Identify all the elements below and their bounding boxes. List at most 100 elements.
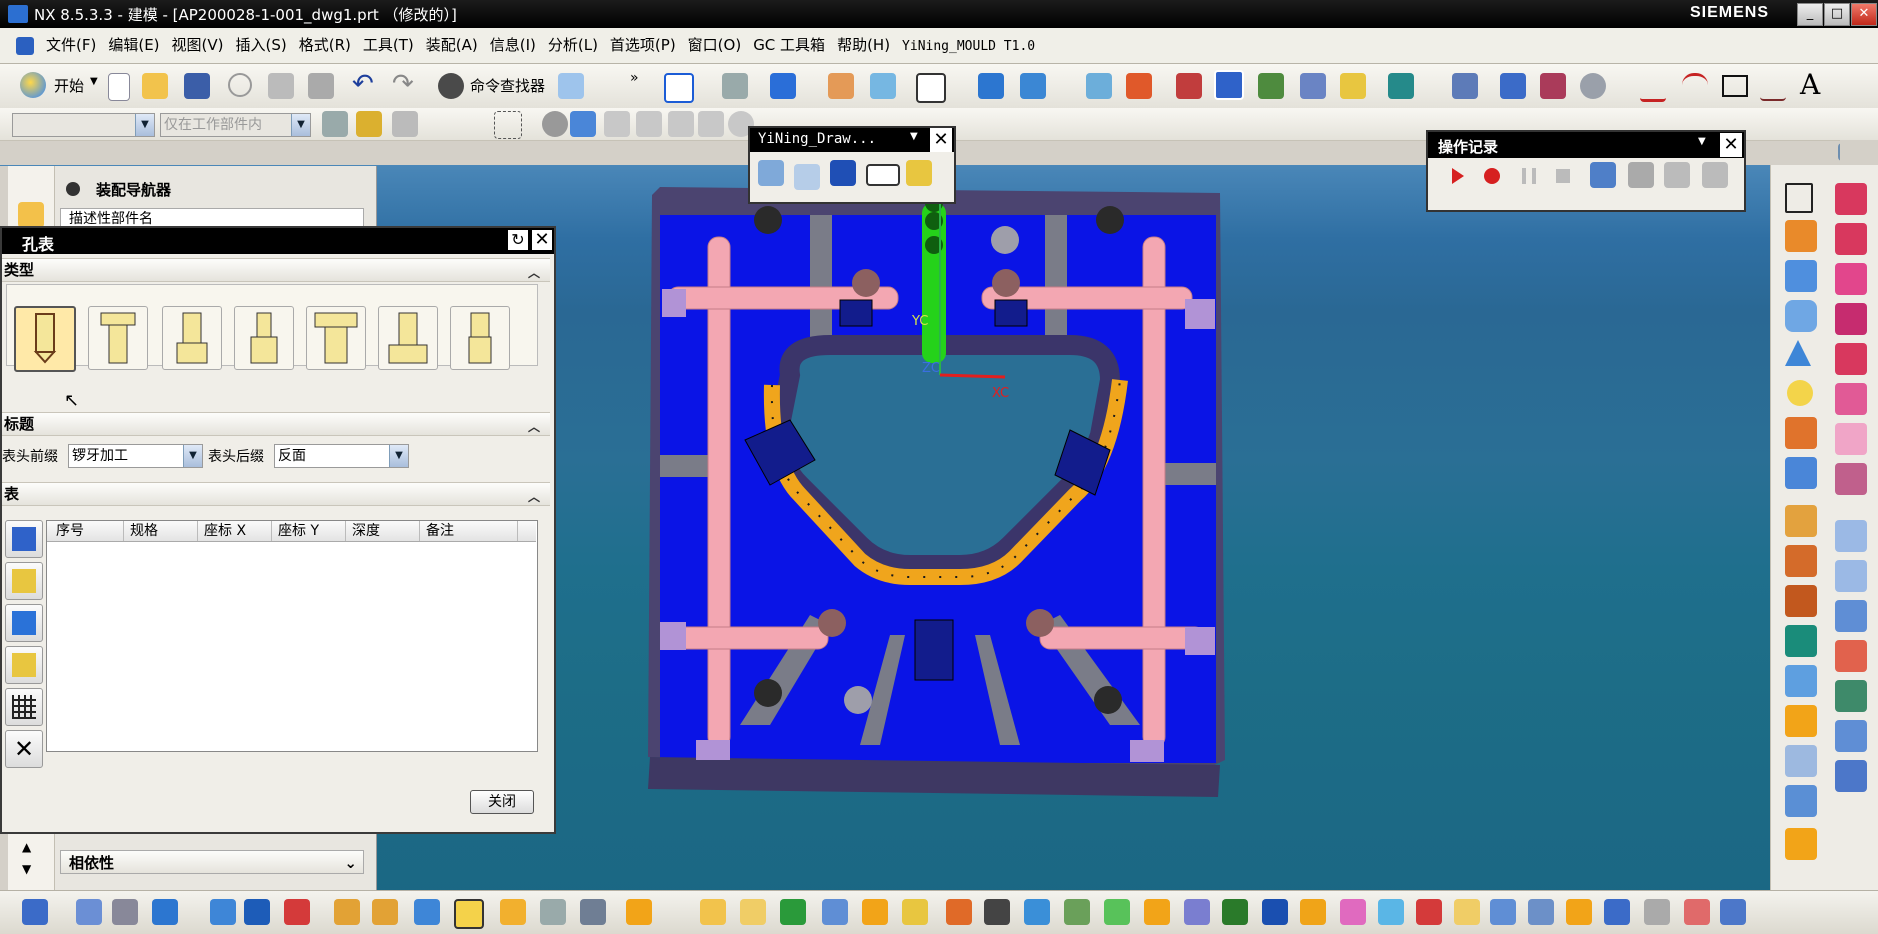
pause-icon[interactable] bbox=[1522, 168, 1536, 184]
general-select-filter-icon[interactable] bbox=[322, 111, 348, 137]
boolean-icon[interactable] bbox=[1835, 183, 1867, 215]
electrode-icon[interactable] bbox=[984, 899, 1010, 925]
create-table-button[interactable] bbox=[5, 646, 43, 684]
promote-component-icon[interactable] bbox=[902, 899, 928, 925]
reference-set-icon[interactable] bbox=[822, 899, 848, 925]
view-manager-icon[interactable] bbox=[1340, 899, 1366, 925]
promote-body-icon[interactable] bbox=[1835, 423, 1867, 455]
menu-assembly[interactable]: 装配(A) bbox=[420, 28, 484, 62]
trim-mold-icon[interactable] bbox=[1604, 899, 1630, 925]
edge-blend-icon[interactable] bbox=[1785, 705, 1817, 737]
redo-icon[interactable]: ↷ bbox=[392, 69, 414, 99]
unite-icon[interactable] bbox=[1785, 625, 1817, 657]
menu-tools[interactable]: 工具(T) bbox=[357, 28, 420, 62]
replace-face-icon[interactable] bbox=[1835, 600, 1867, 632]
assembly-constraints-icon[interactable] bbox=[284, 899, 310, 925]
resize-face-icon[interactable] bbox=[1835, 720, 1867, 752]
hole-type-countersink[interactable] bbox=[162, 306, 222, 370]
ejector-pin-icon[interactable] bbox=[1184, 899, 1210, 925]
record-icon[interactable] bbox=[1484, 168, 1500, 184]
undo-icon[interactable]: ↶ bbox=[352, 69, 374, 99]
mold-wizard-icon[interactable] bbox=[946, 899, 972, 925]
table-editor-icon[interactable] bbox=[780, 899, 806, 925]
save-icon[interactable] bbox=[184, 73, 210, 99]
scroll-down-icon[interactable]: ▼ bbox=[22, 862, 31, 876]
table-section-header[interactable]: 表 ︿ bbox=[2, 482, 550, 506]
grid-table-button[interactable] bbox=[5, 688, 43, 726]
op-record-close-button[interactable]: ✕ bbox=[1720, 133, 1742, 157]
select-filter-icon[interactable] bbox=[1340, 73, 1366, 99]
minimize-button[interactable]: _ bbox=[1797, 3, 1823, 26]
body-select-icon[interactable] bbox=[570, 111, 596, 137]
new-file-icon[interactable] bbox=[108, 73, 130, 101]
menu-view[interactable]: 视图(V) bbox=[166, 28, 230, 62]
hole-type-stepped[interactable] bbox=[378, 306, 438, 370]
wave-link-icon[interactable] bbox=[1835, 463, 1867, 495]
op-record-menu-icon[interactable]: ▼ bbox=[1698, 136, 1706, 147]
trim-icon[interactable] bbox=[1835, 303, 1867, 335]
text-icon[interactable]: A bbox=[1800, 68, 1820, 101]
grid-icon[interactable] bbox=[1452, 73, 1478, 99]
open-by-proximity-icon[interactable] bbox=[700, 899, 726, 925]
intersect-icon[interactable] bbox=[1835, 263, 1867, 295]
select-body-button[interactable] bbox=[5, 604, 43, 642]
snap-midpoint-icon[interactable] bbox=[636, 111, 662, 137]
col-coord-x[interactable]: 座标 X bbox=[198, 521, 272, 541]
face-select-icon[interactable] bbox=[542, 111, 568, 137]
cooling-channel-icon[interactable] bbox=[1144, 899, 1170, 925]
assembly-navigator-tab-icon[interactable] bbox=[18, 202, 44, 228]
assembly-icon[interactable] bbox=[22, 899, 48, 925]
display-box-icon[interactable] bbox=[916, 73, 946, 103]
navigator-column-header[interactable]: 描述性部件名 bbox=[60, 208, 364, 228]
hole-type-blind[interactable] bbox=[450, 306, 510, 370]
zoom-view-icon[interactable] bbox=[722, 73, 748, 99]
snap-point-icon[interactable] bbox=[1300, 73, 1326, 99]
hole-table-close-icon[interactable]: ✕ bbox=[532, 230, 552, 250]
move-face-icon[interactable] bbox=[1835, 680, 1867, 712]
rotate-view-icon[interactable] bbox=[870, 73, 896, 99]
slider-lifter-icon[interactable] bbox=[1222, 899, 1248, 925]
play-icon[interactable] bbox=[1452, 168, 1464, 184]
yining-hole-table-icon[interactable] bbox=[906, 160, 932, 186]
utility-icon[interactable] bbox=[1644, 899, 1670, 925]
stop-icon[interactable] bbox=[1556, 169, 1570, 183]
create-array-icon[interactable] bbox=[152, 899, 178, 925]
dependency-panel-header[interactable]: 相依性 ⌄ bbox=[60, 850, 364, 874]
hole-icon[interactable] bbox=[1785, 417, 1817, 449]
settings-icon[interactable] bbox=[1720, 899, 1746, 925]
menu-window[interactable]: 窗口(O) bbox=[682, 28, 748, 62]
close-window-button[interactable]: ✕ bbox=[1851, 3, 1877, 26]
suffix-select[interactable]: 反面 ▼ bbox=[274, 444, 409, 468]
reset-icon[interactable]: ↻ bbox=[508, 230, 528, 250]
record-list-icon[interactable] bbox=[1702, 162, 1728, 188]
col-spec[interactable]: 规格 bbox=[124, 521, 198, 541]
section-view-icon[interactable] bbox=[828, 73, 854, 99]
mirror-feature-icon[interactable] bbox=[1785, 585, 1817, 617]
snap-intersection-icon[interactable] bbox=[698, 111, 724, 137]
yining-coordinate-icon[interactable] bbox=[830, 160, 856, 186]
trim-body-icon[interactable] bbox=[1785, 665, 1817, 697]
scroll-up-icon[interactable]: ▲ bbox=[22, 840, 31, 854]
extrude-icon[interactable] bbox=[1785, 220, 1817, 252]
cavity-layout-icon[interactable] bbox=[1378, 899, 1404, 925]
feature-select-icon[interactable] bbox=[356, 111, 382, 137]
start-button[interactable]: 开始 bbox=[54, 75, 84, 96]
block-icon[interactable] bbox=[1785, 260, 1817, 292]
cylinder-icon[interactable] bbox=[1785, 300, 1817, 332]
wcs-rotate-icon[interactable] bbox=[1258, 73, 1284, 99]
edit-journal-icon[interactable] bbox=[1590, 162, 1616, 188]
wave-geometry-icon[interactable] bbox=[334, 899, 360, 925]
drawing-icon[interactable] bbox=[1528, 899, 1554, 925]
boss-icon[interactable] bbox=[1785, 457, 1817, 489]
menu-information[interactable]: 信息(I) bbox=[484, 28, 542, 62]
mirror-assembly-icon[interactable] bbox=[210, 899, 236, 925]
feature-table-icon[interactable] bbox=[558, 73, 584, 99]
rectangle-select-icon[interactable] bbox=[494, 111, 522, 139]
wcs-origin-icon[interactable] bbox=[1214, 70, 1244, 100]
pattern-feature-icon[interactable] bbox=[1785, 545, 1817, 577]
hole-type-tapped[interactable] bbox=[234, 306, 294, 370]
blank-icon[interactable] bbox=[978, 73, 1004, 99]
save-context-icon[interactable] bbox=[740, 899, 766, 925]
paste-icon[interactable] bbox=[308, 73, 334, 99]
record-steps-icon[interactable] bbox=[1628, 162, 1654, 188]
